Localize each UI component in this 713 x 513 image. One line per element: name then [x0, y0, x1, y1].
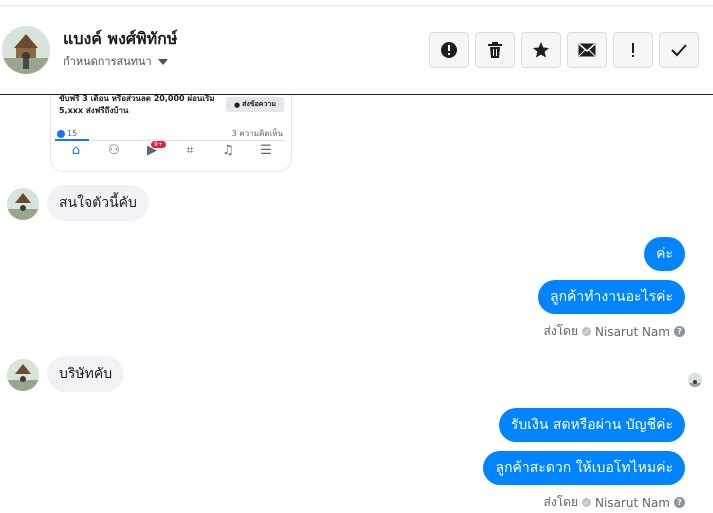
exclamation-icon: [632, 43, 634, 57]
delete-button[interactable]: [475, 32, 515, 68]
report-button[interactable]: [429, 32, 469, 68]
shared-post-stats: 15 3 ความคิดเห็น: [57, 127, 283, 140]
sent-by-indicator: ส่งโดย ✓ Nisarut Nam ?: [544, 322, 685, 341]
messenger-icon: ●: [234, 100, 241, 109]
sent-by-label: ส่งโดย: [543, 324, 578, 338]
like-count: 15: [67, 129, 78, 138]
spam-button[interactable]: [613, 32, 653, 68]
envelope-icon: [578, 43, 596, 57]
sent-by-label: ส่งโดย: [543, 495, 578, 509]
help-icon[interactable]: ?: [674, 326, 685, 337]
contact-avatar-small: [7, 359, 39, 391]
done-button[interactable]: [659, 32, 699, 68]
friends-icon: ⚇: [108, 143, 120, 158]
menu-icon: ☰: [260, 143, 272, 158]
message-incoming: บริษัทคับ: [47, 356, 125, 392]
shared-post-nav: ⌂ ⚇ ▶ ⌗ ♫ ☰: [57, 143, 285, 158]
message-outgoing: รับเงิน สดหรือผ่าน บัญชีค่ะ: [498, 408, 685, 442]
shared-post-message-button[interactable]: ● ส่งข้อความ: [226, 97, 284, 112]
message-thread: ขับฟรี 3 เดือน หรือส่วนลด 20,000 ผ่อนเริ…: [0, 95, 713, 513]
message-outgoing: ลูกค้าสะดวก ให้เบอโทไหมค่ะ: [483, 451, 685, 485]
mark-unread-button[interactable]: [567, 32, 607, 68]
alert-circle-icon: [441, 42, 457, 58]
shared-post-divider: [57, 140, 285, 141]
message-incoming: สนใจตัวนี้คับ: [47, 185, 149, 221]
comment-count: 3 ความคิดเห็น: [231, 129, 283, 138]
trash-icon: [488, 42, 502, 58]
check-circle-icon: ✓: [582, 327, 591, 336]
like-icon: [57, 129, 65, 138]
home-icon: ⌂: [71, 143, 81, 158]
star-icon: [533, 42, 549, 58]
bell-icon: ♫: [222, 143, 234, 158]
marketplace-icon: ⌗: [186, 143, 194, 158]
shared-post-preview[interactable]: ขับฟรี 3 เดือน หรือส่วนลด 20,000 ผ่อนเริ…: [50, 95, 292, 172]
read-receipt-avatar: [688, 373, 702, 387]
sent-by-agent: Nisarut Nam: [595, 324, 670, 339]
contact-avatar[interactable]: [2, 26, 50, 74]
help-icon[interactable]: ?: [674, 497, 685, 508]
star-button[interactable]: [521, 32, 561, 68]
shared-post-text: ขับฟรี 3 เดือน หรือส่วนลด 20,000 ผ่อนเริ…: [59, 95, 215, 115]
sent-by-agent: Nisarut Nam: [595, 495, 670, 510]
conversation-settings-dropdown[interactable]: กำหนดการสนทนา: [63, 52, 168, 70]
message-outgoing: ค่ะ: [644, 237, 685, 271]
sent-by-indicator: ส่งโดย ✓ Nisarut Nam ?: [544, 493, 685, 512]
caret-down-icon: [157, 58, 168, 65]
contact-name[interactable]: แบงค์ พงศ์พิทักษ์: [63, 27, 177, 52]
conversation-settings-label: กำหนดการสนทนา: [63, 55, 152, 68]
active-tab-indicator: [55, 139, 89, 141]
check-icon: [671, 44, 687, 57]
message-outgoing: ลูกค้าทำงานอะไรค่ะ: [537, 280, 685, 314]
notification-badge: 9+: [151, 141, 166, 148]
shared-post-button-label: ส่งข้อความ: [242, 100, 276, 108]
check-circle-icon: ✓: [582, 498, 591, 507]
contact-avatar-small: [7, 188, 39, 220]
action-toolbar: [429, 32, 699, 68]
